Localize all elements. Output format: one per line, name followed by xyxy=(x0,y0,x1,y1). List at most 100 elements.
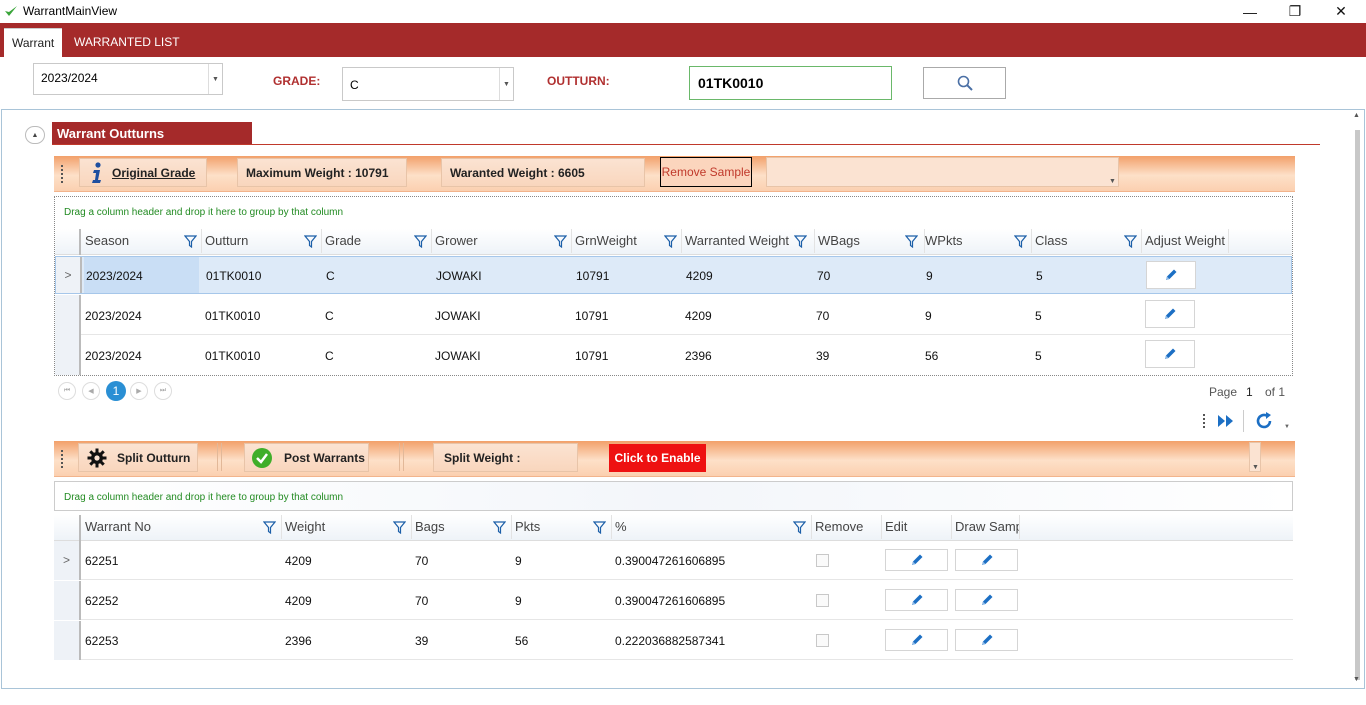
remove-checkbox[interactable] xyxy=(816,554,829,567)
scroll-up-icon[interactable]: ▲ xyxy=(1353,112,1360,119)
filter-icon[interactable] xyxy=(493,521,506,534)
column-header-wpkts[interactable]: WPkts xyxy=(922,229,1032,253)
filter-icon[interactable] xyxy=(905,235,918,248)
filter-icon[interactable] xyxy=(414,235,427,248)
filter-icon[interactable] xyxy=(184,235,197,248)
refresh-icon[interactable] xyxy=(1254,411,1274,431)
search-button[interactable] xyxy=(923,67,1006,99)
filter-icon[interactable] xyxy=(664,235,677,248)
column-label: Edit xyxy=(885,519,908,534)
draw-sample-button[interactable] xyxy=(955,629,1018,651)
column-label: WPkts xyxy=(925,233,963,248)
grade-select[interactable]: C ▼ xyxy=(342,67,514,101)
outturn-input[interactable]: 01TK0010 xyxy=(689,66,892,100)
table-row[interactable]: 62253 2396 39 56 0.222036882587341 xyxy=(54,621,1293,660)
app-leaf-icon xyxy=(5,6,17,16)
column-header-draw-sample[interactable]: Draw Samp xyxy=(952,515,1020,539)
column-header-grnweight[interactable]: GrnWeight xyxy=(572,229,682,253)
season-select[interactable]: 2023/2024 ▼ xyxy=(33,63,223,95)
collapse-section-button[interactable]: ▲ xyxy=(25,126,45,144)
check-icon xyxy=(252,447,272,468)
pager-next-icon[interactable]: ▶ xyxy=(130,382,148,400)
scroll-thumb[interactable] xyxy=(1355,130,1360,680)
column-header-adjust-weight[interactable]: Adjust Weight xyxy=(1142,229,1229,253)
table-row[interactable]: 2023/2024 01TK0010 C JOWAKI 10791 4209 7… xyxy=(55,295,1292,335)
column-header-grower[interactable]: Grower xyxy=(432,229,572,253)
filter-icon[interactable] xyxy=(1124,235,1137,248)
minimize-button[interactable]: — xyxy=(1227,0,1273,23)
column-header-edit[interactable]: Edit xyxy=(882,515,952,539)
adjust-weight-button[interactable] xyxy=(1145,300,1195,328)
edit-button[interactable] xyxy=(885,549,948,571)
close-button[interactable]: ✕ xyxy=(1318,0,1364,23)
toolbar-grip[interactable] xyxy=(61,450,63,468)
filter-icon[interactable] xyxy=(593,521,606,534)
column-header-season[interactable]: Season xyxy=(82,229,202,253)
chevron-down-icon[interactable]: ▼ xyxy=(499,68,513,100)
column-header-warrant-no[interactable]: Warrant No xyxy=(82,515,282,539)
toolbar-overflow-icon[interactable]: ▼ xyxy=(1252,464,1259,471)
filter-icon[interactable] xyxy=(793,521,806,534)
cell-season: 2023/2024 xyxy=(86,269,143,283)
toolbar-overflow-icon[interactable]: ▼ xyxy=(1109,178,1116,185)
draw-sample-button[interactable] xyxy=(955,549,1018,571)
filter-icon[interactable] xyxy=(794,235,807,248)
tab-warranted-list[interactable]: WARRANTED LIST xyxy=(66,28,188,57)
column-header-weight[interactable]: Weight xyxy=(282,515,412,539)
remove-checkbox[interactable] xyxy=(816,594,829,607)
toolbar-overflow-icon[interactable]: ▼ xyxy=(1284,424,1290,430)
column-header-remove[interactable]: Remove xyxy=(812,515,882,539)
search-icon xyxy=(957,75,973,91)
column-header-warranted-weight[interactable]: Warranted Weight xyxy=(682,229,815,253)
remove-sample-button[interactable]: Remove Sample xyxy=(660,157,752,187)
cell-bags: 70 xyxy=(415,594,429,608)
column-label: Bags xyxy=(415,519,445,534)
draw-sample-button[interactable] xyxy=(955,589,1018,611)
fast-forward-icon[interactable] xyxy=(1217,414,1235,428)
post-warrants-button[interactable]: Post Warrants xyxy=(244,443,369,472)
filter-icon[interactable] xyxy=(304,235,317,248)
adjust-weight-button[interactable] xyxy=(1146,261,1196,289)
toolbar-grip[interactable] xyxy=(1203,414,1206,428)
column-header-grade[interactable]: Grade xyxy=(322,229,432,253)
original-grade-button[interactable]: Original Grade xyxy=(79,158,207,187)
pager-current-page[interactable]: 1 xyxy=(106,381,126,401)
filter-icon[interactable] xyxy=(554,235,567,248)
column-header-pkts[interactable]: Pkts xyxy=(512,515,612,539)
pager-first-icon[interactable]: ⏮ xyxy=(58,382,76,400)
vertical-scrollbar[interactable]: ▲ ▼ xyxy=(1351,110,1364,688)
cell-weight: 2396 xyxy=(285,634,312,648)
chevron-down-icon[interactable]: ▼ xyxy=(208,64,222,94)
pager-prev-icon[interactable]: ◀ xyxy=(82,382,100,400)
edit-button[interactable] xyxy=(885,589,948,611)
filter-icon[interactable] xyxy=(263,521,276,534)
column-label: Warrant No xyxy=(85,519,151,534)
cell-weight: 4209 xyxy=(285,554,312,568)
table-row[interactable]: > 62251 4209 70 9 0.390047261606895 xyxy=(54,541,1293,580)
toolbar-grip[interactable] xyxy=(61,165,63,183)
pager-last-icon[interactable]: ⏭ xyxy=(154,382,172,400)
scroll-down-icon[interactable]: ▼ xyxy=(1353,676,1360,683)
original-grade-label: Original Grade xyxy=(112,165,196,180)
split-outturn-button[interactable]: Split Outturn xyxy=(78,443,198,472)
edit-button[interactable] xyxy=(885,629,948,651)
column-header-percent[interactable]: % xyxy=(612,515,812,539)
column-header-class[interactable]: Class xyxy=(1032,229,1142,253)
table-row[interactable]: 2023/2024 01TK0010 C JOWAKI 10791 2396 3… xyxy=(55,335,1292,375)
tab-warrant[interactable]: Warrant xyxy=(4,28,63,57)
restore-button[interactable]: ❐ xyxy=(1272,0,1318,23)
filter-icon[interactable] xyxy=(393,521,406,534)
table-row[interactable]: > 2023/2024 01TK0010 C JOWAKI 10791 4209… xyxy=(55,256,1292,294)
table-row[interactable]: 62252 4209 70 9 0.390047261606895 xyxy=(54,581,1293,620)
pager-total-label: of 1 xyxy=(1265,385,1286,399)
remove-checkbox[interactable] xyxy=(816,634,829,647)
click-to-enable-button[interactable]: Click to Enable xyxy=(609,444,706,472)
column-header-bags[interactable]: Bags xyxy=(412,515,512,539)
adjust-weight-button[interactable] xyxy=(1145,340,1195,368)
column-header-wbags[interactable]: WBags xyxy=(815,229,925,253)
pager-page-number: 1 xyxy=(1246,385,1253,399)
filter-icon[interactable] xyxy=(1014,235,1027,248)
pencil-icon xyxy=(981,594,992,605)
column-header-outturn[interactable]: Outturn xyxy=(202,229,322,253)
row-indicator-icon: > xyxy=(56,257,82,293)
